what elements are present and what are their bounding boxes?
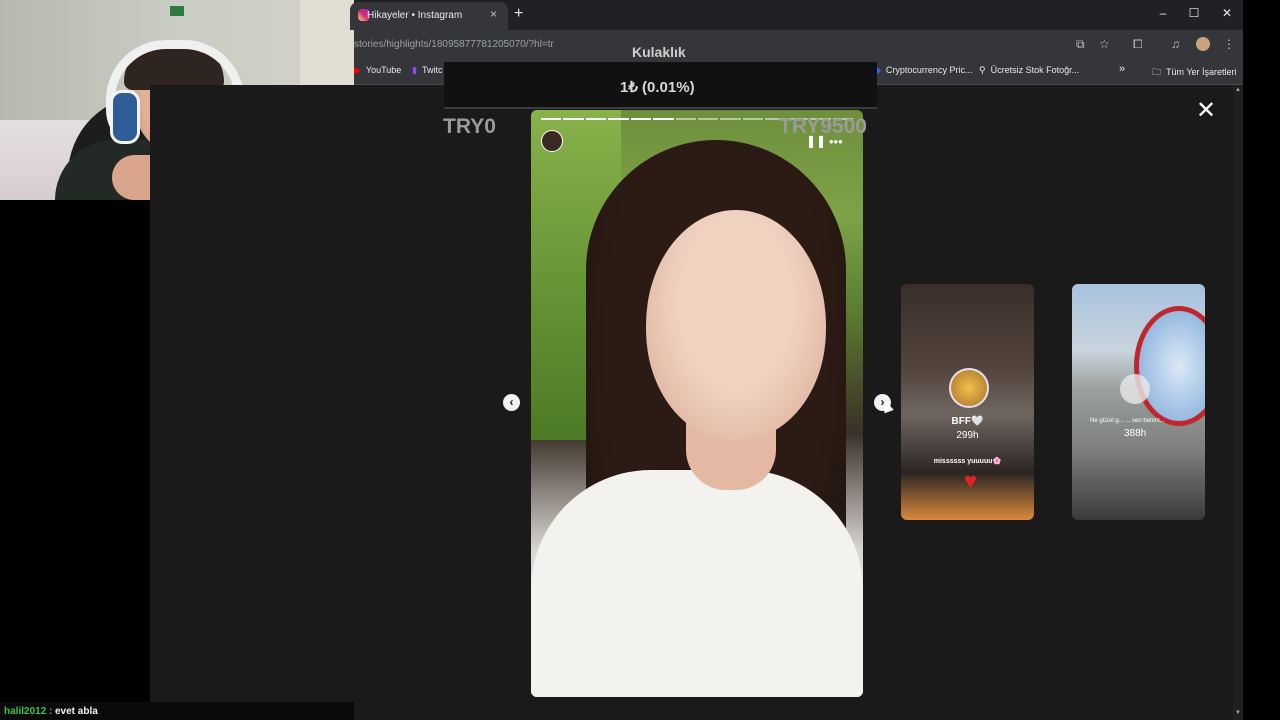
story-progress-segment: [675, 118, 696, 120]
preview-caption: Ne güzel g... ... sen benim...: [1090, 418, 1165, 424]
close-story-icon[interactable]: ✕: [1196, 96, 1216, 125]
scroll-down-icon[interactable]: ▼: [1235, 710, 1241, 716]
minimize-button[interactable]: –: [1153, 6, 1173, 20]
story-media[interactable]: ❚❚ •••: [531, 110, 863, 697]
goal-value: 1₺ (0.01%): [620, 79, 695, 96]
heart-icon: ♥: [964, 468, 978, 493]
extensions-icon[interactable]: ⧠: [1133, 37, 1143, 52]
tab-title: Hikayeler • Instagram: [367, 10, 463, 21]
story-progress-segment: [653, 118, 674, 120]
story-preview-1[interactable]: BFF🤍 299h missssss yuuuuu🌸 ♥: [901, 284, 1034, 520]
bookmark-stock-photo[interactable]: ⚲ Ücretsiz Stok Fotoğr...: [979, 65, 1079, 76]
media-icon[interactable]: ♫: [1171, 37, 1180, 51]
story-avatar[interactable]: [541, 130, 563, 152]
browser-tab[interactable]: Hikayeler • Instagram ×: [350, 2, 508, 30]
bookmark-youtube[interactable]: ▶ YouTube: [354, 65, 401, 76]
youtube-icon: ▶: [354, 65, 361, 75]
story-progress-segment: [585, 118, 607, 120]
headset-ear-left: [110, 90, 140, 144]
bookmark-twitch[interactable]: ▮ Twitc: [412, 65, 442, 76]
bookmark-crypto[interactable]: ◆ Cryptocurrency Pric...: [874, 65, 972, 76]
close-window-button[interactable]: ✕: [1217, 6, 1237, 20]
story-progress-segment: [608, 118, 629, 120]
story-progress-segment: [720, 118, 741, 120]
preview-time: 388h: [1124, 428, 1147, 439]
all-bookmarks[interactable]: 🗀 Tüm Yer İşaretleri: [1152, 65, 1237, 81]
star-icon[interactable]: ☆: [1099, 37, 1110, 51]
chat-username: halil2012 :: [4, 706, 53, 717]
preview-avatar: [1120, 374, 1150, 404]
preview-avatar: [949, 368, 989, 408]
story-face: [646, 210, 826, 440]
preview-mirror: [1134, 306, 1205, 426]
url-field[interactable]: stories/highlights/18095877781205070/?hl…: [354, 39, 554, 50]
scroll-up-icon[interactable]: ▲: [1235, 87, 1241, 93]
goal-max: TRY9500: [779, 115, 867, 138]
twitch-icon: ▮: [412, 65, 417, 75]
scrollbar[interactable]: ▲ ▼: [1233, 85, 1243, 720]
webcam-wall-sign: [170, 6, 184, 16]
previous-story-button[interactable]: ‹: [503, 394, 520, 411]
story-progress-segment: [698, 118, 719, 120]
profile-icon[interactable]: [1196, 37, 1210, 51]
install-icon[interactable]: ⧉: [1076, 37, 1085, 52]
preview-name: BFF🤍: [951, 416, 984, 427]
folder-icon: 🗀: [1152, 67, 1162, 77]
goal-progress-track: [444, 107, 877, 109]
goal-min: TRY0: [443, 115, 496, 138]
story-progress-segment: [541, 118, 562, 120]
menu-icon[interactable]: ⋮: [1223, 37, 1235, 51]
maximize-button[interactable]: ☐: [1184, 6, 1204, 20]
chat-message: evet abla: [55, 706, 98, 717]
left-black-area: [0, 200, 150, 702]
story-progress-segment: [563, 118, 584, 120]
goal-title: Kulaklık: [632, 44, 686, 60]
preview-time: 299h: [956, 430, 979, 441]
story-preview-2[interactable]: Ne güzel g... ... sen benim... 388h: [1072, 284, 1205, 520]
new-tab-button[interactable]: +: [514, 5, 523, 23]
bookmarks-more-icon[interactable]: »: [1119, 63, 1125, 75]
story-shirt: [531, 470, 863, 697]
story-progress-segment: [742, 118, 764, 120]
preview-caption: missssss yuuuuu🌸: [933, 458, 1002, 465]
tab-close-icon[interactable]: ×: [490, 7, 497, 21]
story-progress-segment: [630, 118, 652, 120]
photo-icon: ⚲: [979, 65, 986, 75]
chat-overlay: [0, 702, 354, 720]
